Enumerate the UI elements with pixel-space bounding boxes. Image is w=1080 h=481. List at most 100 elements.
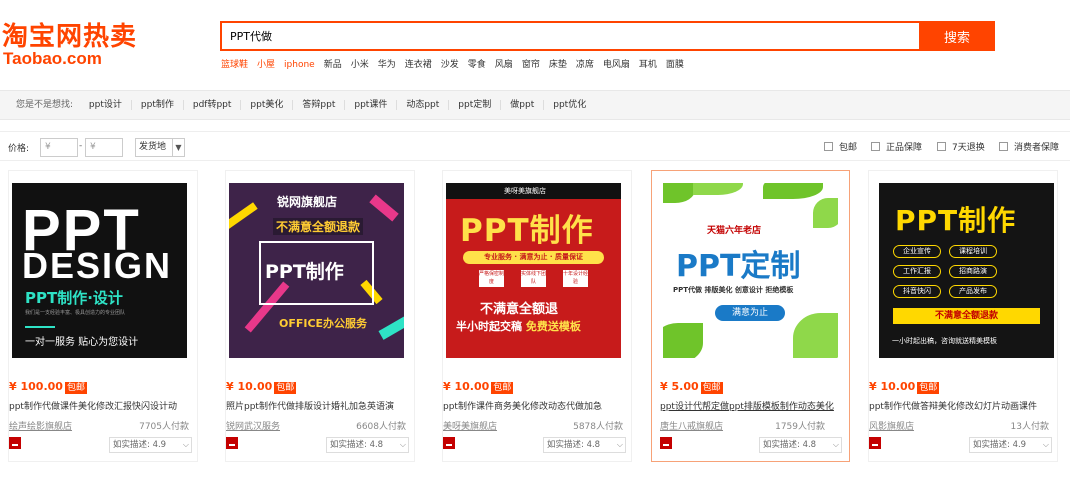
image-text-ppt: PPT制作 xyxy=(265,261,344,283)
hot-keyword-link[interactable]: 新品 xyxy=(324,60,342,70)
suggestion-link[interactable]: pdf转ppt xyxy=(183,100,242,110)
image-feature-box: 实体线下团队 xyxy=(521,270,547,287)
image-text-service: 一对一服务 贴心为您设计 xyxy=(25,337,139,348)
rating-dropdown[interactable]: 如实描述: 4.8 ⌵ xyxy=(759,437,842,453)
hot-keyword-link[interactable]: 风扇 xyxy=(495,60,513,70)
product-price: ¥ 10.00 包邮 xyxy=(226,380,297,394)
product-card[interactable]: 美呀美旗舰店 PPT制作 专业服务 · 满意为止 · 质量保证 严格保密制度 实… xyxy=(442,170,632,462)
image-text-store: 天猫六年老店 xyxy=(707,226,762,236)
shop-link[interactable]: 风影旗舰店 xyxy=(869,419,914,432)
shop-link[interactable]: 绘声绘影旗舰店 xyxy=(9,419,72,432)
suggestion-link[interactable]: 答辩ppt xyxy=(293,100,346,110)
hot-keyword-link[interactable]: 面膜 xyxy=(666,60,684,70)
product-image[interactable]: 天猫六年老店 PPT定制 PPT代做 排版美化 创意设计 拒绝模板 满意为止 xyxy=(663,183,838,358)
hot-keyword-link[interactable]: 零食 xyxy=(468,60,486,70)
image-text-refund: 不满意全额退款 xyxy=(893,308,1040,324)
price-max-input[interactable]: ¥ xyxy=(85,138,123,157)
product-title[interactable]: ppt制作代做答辩美化修改幻灯片动画课件 xyxy=(869,399,1055,412)
hot-keyword-link[interactable]: 小米 xyxy=(351,60,369,70)
suggestion-link[interactable]: 动态ppt xyxy=(397,100,450,110)
product-card[interactable]: PPT DESIGN PPT制作·设计 我们是一支经验丰富、极具创造力的专业团队… xyxy=(8,170,198,462)
hot-keyword-link[interactable]: 窗帘 xyxy=(522,60,540,70)
product-title[interactable]: ppt制作课件商务美化修改动态代做加急 xyxy=(443,399,629,412)
hot-keyword-link[interactable]: 耳机 xyxy=(639,60,657,70)
paid-count: 6608人付款 xyxy=(356,422,406,432)
product-price: ¥ 100.00 包邮 xyxy=(9,380,87,394)
rating-text: 如实描述: 4.8 xyxy=(330,440,384,450)
hot-keyword-link[interactable]: 小屋 xyxy=(257,60,275,70)
suggestion-link[interactable]: ppt优化 xyxy=(544,100,595,110)
rating-dropdown[interactable]: 如实描述: 4.8 ⌵ xyxy=(326,437,409,453)
filter-bar: 价格: ¥ - ¥ 发货地 ▼ 包邮 正品保障 7天退换 消费者保障 xyxy=(0,131,1070,161)
image-text-template: 免费送模板 xyxy=(525,320,581,333)
checkbox-icon xyxy=(824,142,833,151)
leaf-decoration xyxy=(813,198,838,228)
image-text-refund: 不满意全额退 xyxy=(480,302,559,317)
shop-link[interactable]: 唐生八戒旗舰店 xyxy=(660,419,723,432)
search-button[interactable]: 搜索 xyxy=(919,21,995,51)
tmall-icon xyxy=(9,437,21,449)
product-card[interactable]: 锐网旗舰店 不满意全额退款 PPT制作 OFFICE办公服务 ¥ 10.00 包邮… xyxy=(225,170,415,462)
image-text-office: OFFICE办公服务 xyxy=(279,317,368,330)
suggestion-link[interactable]: ppt定制 xyxy=(449,100,502,110)
product-card[interactable]: 天猫六年老店 PPT定制 PPT代做 排版美化 创意设计 拒绝模板 满意为止 ¥… xyxy=(651,170,850,462)
checkbox-genuine[interactable]: 正品保障 xyxy=(871,140,922,153)
ship-from-select[interactable]: 发货地 ▼ xyxy=(135,138,185,157)
search-input[interactable] xyxy=(222,23,920,49)
hot-keywords: 篮球鞋 小屋 iphone 新品 小米 华为 连衣裙 沙发 零食 风扇 窗帘 床垫 凉席 电风扇 耳机 面膜 xyxy=(221,57,693,71)
product-image[interactable]: 美呀美旗舰店 PPT制作 专业服务 · 满意为止 · 质量保证 严格保密制度 实… xyxy=(446,183,621,358)
product-title[interactable]: ppt设计代帮定做ppt排版模板制作动态美化 xyxy=(660,399,846,412)
product-card[interactable]: PPT制作 企业宣传 课程培训 工作汇报 招商路演 抖音快闪 产品发布 不满意全… xyxy=(868,170,1058,462)
hot-keyword-link[interactable]: 床垫 xyxy=(549,60,567,70)
free-shipping-badge: 包邮 xyxy=(917,382,940,394)
chevron-down-icon: ⌵ xyxy=(182,440,189,449)
price-dash: - xyxy=(79,141,83,151)
price-label: 价格: xyxy=(8,144,30,154)
product-image[interactable]: 锐网旗舰店 不满意全额退款 PPT制作 OFFICE办公服务 xyxy=(229,183,404,358)
decorative-shard xyxy=(369,194,399,222)
product-title[interactable]: 照片ppt制作代做排版设计婚礼加急英语演 xyxy=(226,399,412,412)
rating-dropdown[interactable]: 如实描述: 4.8 ⌵ xyxy=(543,437,626,453)
hot-keyword-link[interactable]: iphone xyxy=(284,60,315,70)
suggestion-link[interactable]: ppt设计 xyxy=(79,100,132,110)
hot-keyword-link[interactable]: 凉席 xyxy=(576,60,594,70)
price-value: ¥ 5.00 xyxy=(660,380,699,393)
shop-link[interactable]: 美呀美旗舰店 xyxy=(443,419,497,432)
rating-dropdown[interactable]: 如实描述: 4.9 ⌵ xyxy=(969,437,1052,453)
image-text-store: 锐网旗舰店 xyxy=(277,195,338,209)
price-value: ¥ 100.00 xyxy=(9,380,63,393)
suggestion-link[interactable]: 做ppt xyxy=(501,100,545,110)
decorative-shard xyxy=(378,316,404,340)
free-shipping-badge: 包邮 xyxy=(700,382,723,394)
product-price: ¥ 5.00 包邮 xyxy=(660,380,723,394)
rating-dropdown[interactable]: 如实描述: 4.9 ⌵ xyxy=(109,437,192,453)
suggestion-link[interactable]: ppt美化 xyxy=(241,100,294,110)
taobao-logo[interactable]: 淘宝网热卖 Taobao.com xyxy=(0,14,180,70)
tmall-icon xyxy=(660,437,672,449)
rating-text: 如实描述: 4.9 xyxy=(973,440,1027,450)
checkbox-consumer-protection[interactable]: 消费者保障 xyxy=(999,140,1059,153)
suggestion-link[interactable]: ppt课件 xyxy=(345,100,398,110)
leaf-decoration xyxy=(793,313,838,358)
checkbox-7day-return[interactable]: 7天退换 xyxy=(937,140,985,153)
image-text-delivery: 一小时起出稿，咨询就送精美模板 xyxy=(892,337,997,345)
product-title[interactable]: ppt制作代做课件美化修改汇报快闪设计动 xyxy=(9,399,195,412)
product-image[interactable]: PPT DESIGN PPT制作·设计 我们是一支经验丰富、极具创造力的专业团队… xyxy=(12,183,187,358)
checkbox-label: 7天退换 xyxy=(952,143,985,153)
hot-keyword-link[interactable]: 连衣裙 xyxy=(405,60,432,70)
hot-keyword-link[interactable]: 沙发 xyxy=(441,60,459,70)
product-image[interactable]: PPT制作 企业宣传 课程培训 工作汇报 招商路演 抖音快闪 产品发布 不满意全… xyxy=(879,183,1054,358)
hot-keyword-link[interactable]: 电风扇 xyxy=(603,60,630,70)
paid-count: 1759人付款 xyxy=(775,422,825,432)
image-text-service: 专业服务 · 满意为止 · 质量保证 xyxy=(463,251,604,264)
price-min-input[interactable]: ¥ xyxy=(40,138,78,157)
hot-keyword-link[interactable]: 篮球鞋 xyxy=(221,60,248,70)
shop-link[interactable]: 锐网武汉服务 xyxy=(226,419,280,432)
checkbox-free-shipping[interactable]: 包邮 xyxy=(824,140,857,153)
price-value: ¥ 10.00 xyxy=(226,380,273,393)
image-divider xyxy=(25,326,55,328)
suggestion-link[interactable]: ppt制作 xyxy=(131,100,184,110)
checkbox-label: 消费者保障 xyxy=(1014,143,1060,153)
hot-keyword-link[interactable]: 华为 xyxy=(378,60,396,70)
tmall-icon xyxy=(443,437,455,449)
